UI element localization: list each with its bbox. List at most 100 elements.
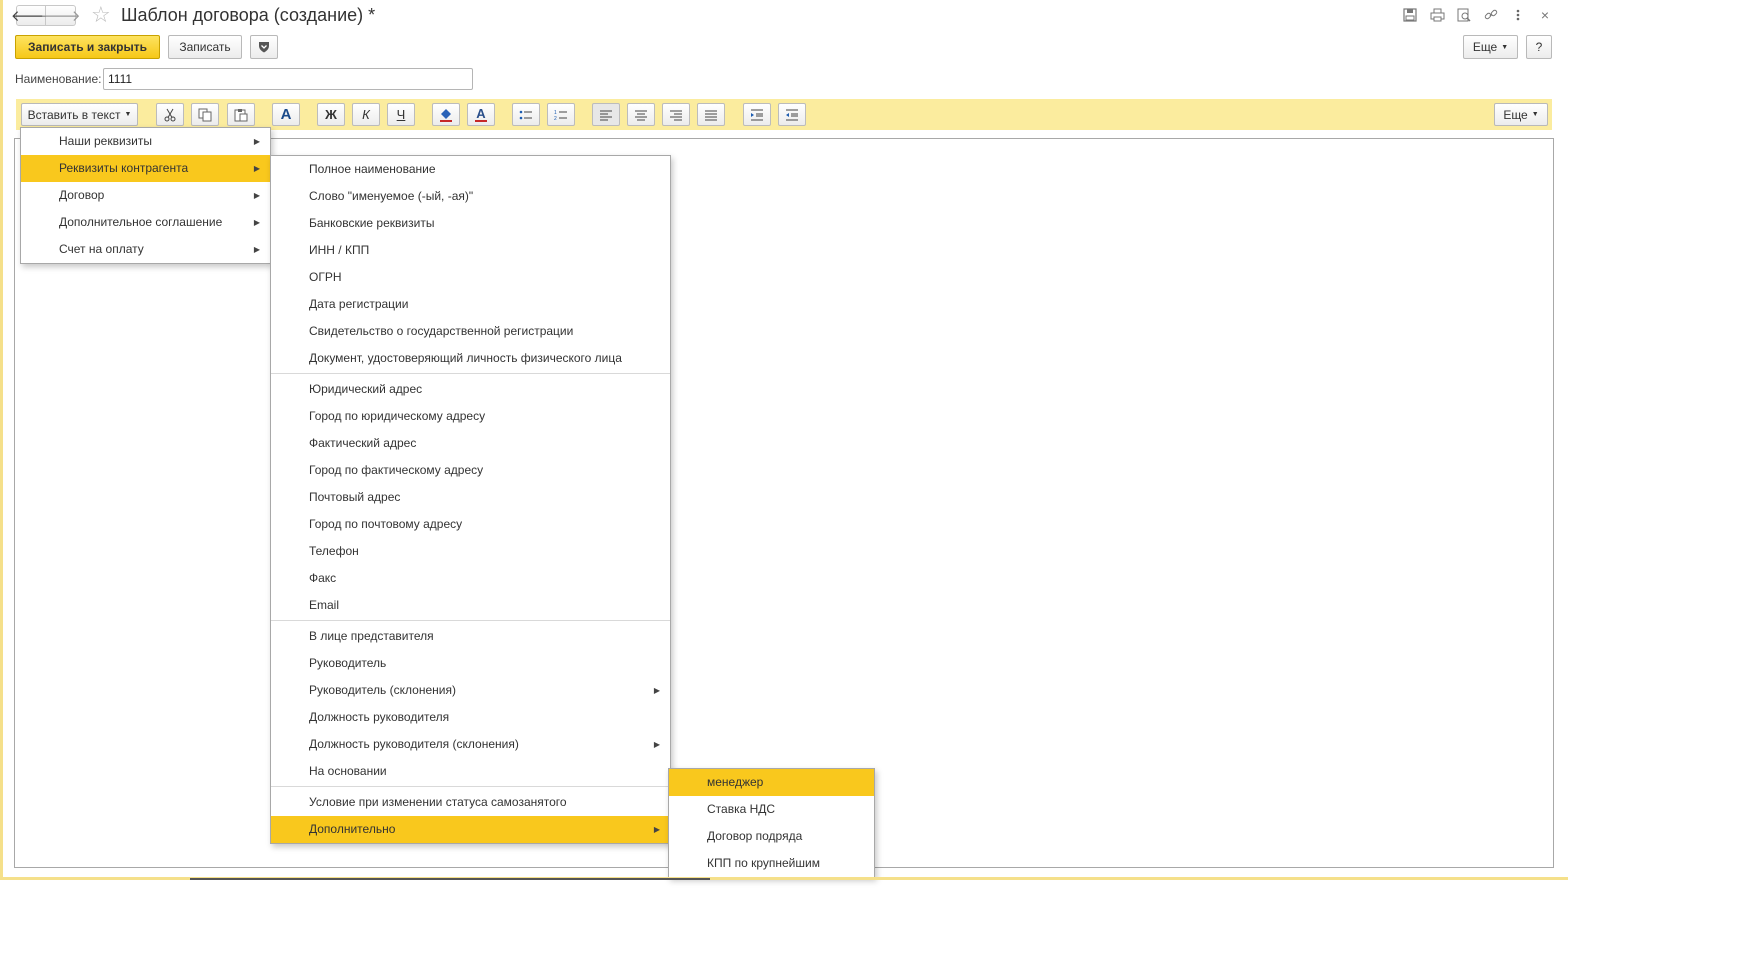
counterparty-menu-item[interactable]: Факс [271, 565, 670, 592]
insert-menu-item[interactable]: Реквизиты контрагента ▶ [21, 155, 270, 182]
counterparty-menu-item[interactable]: В лице представителя [271, 623, 670, 650]
counterparty-menu-item[interactable]: Город по фактическому адресу [271, 457, 670, 484]
counterparty-menu-item[interactable]: Условие при изменении статуса самозанято… [271, 789, 670, 816]
italic-button[interactable]: К [352, 103, 380, 126]
additional-menu-item[interactable]: менеджер [669, 769, 874, 796]
align-left-button[interactable] [592, 103, 620, 126]
decrease-indent-button[interactable] [778, 103, 806, 126]
counterparty-menu-item[interactable]: Юридический адрес [271, 376, 670, 403]
help-button[interactable]: ? [1526, 35, 1552, 59]
svg-text:2: 2 [554, 116, 557, 121]
counterparty-menu-item-label: Фактический адрес [309, 436, 417, 450]
shield-button[interactable] [250, 35, 278, 59]
format-more-label: Еще [1503, 107, 1528, 122]
insert-menu-item-label: Наши реквизиты [59, 134, 153, 148]
counterparty-menu-item[interactable]: ОГРН [271, 264, 670, 291]
align-left-icon [600, 110, 612, 120]
counterparty-menu-item[interactable]: Email [271, 592, 670, 619]
close-icon[interactable]: × [1537, 7, 1553, 23]
window-edge-accent [0, 0, 3, 880]
align-justify-button[interactable] [697, 103, 725, 126]
forward-button[interactable]: 🡒 [40, 5, 81, 26]
link-icon[interactable] [1483, 7, 1499, 23]
window-bottom-line [190, 878, 710, 880]
submenu-arrow-icon: ▶ [253, 191, 260, 200]
counterparty-menu-item[interactable]: Должность руководителя [271, 704, 670, 731]
text-color-button[interactable]: A [467, 103, 495, 126]
menu-separator [271, 373, 670, 374]
counterparty-menu-item-label: Дополнительно [309, 822, 396, 836]
name-input[interactable] [103, 68, 473, 90]
insert-menu-item[interactable]: Наши реквизиты ▶ [21, 128, 270, 155]
insert-menu-item[interactable]: Договор ▶ [21, 182, 270, 209]
chevron-down-icon: ▼ [124, 111, 132, 118]
insert-into-text-label: Вставить в текст [27, 107, 121, 122]
counterparty-menu-item[interactable]: Фактический адрес [271, 430, 670, 457]
counterparty-menu-item-label: Телефон [309, 544, 359, 558]
bullet-list-button[interactable] [512, 103, 540, 126]
align-center-button[interactable] [627, 103, 655, 126]
counterparty-menu-item[interactable]: Полное наименование [271, 156, 670, 183]
counterparty-menu-item[interactable]: Город по почтовому адресу [271, 511, 670, 538]
insert-menu: Наши реквизиты ▶ Реквизиты контрагента ▶ Дог… [20, 127, 271, 264]
counterparty-menu-item[interactable]: Телефон [271, 538, 670, 565]
more-button[interactable]: Еще ▼ [1463, 35, 1518, 59]
page-title: Шаблон договора (создание) * [121, 5, 376, 25]
kebab-icon[interactable] [1510, 7, 1526, 23]
counterparty-menu-item[interactable]: На основании [271, 758, 670, 785]
counterparty-menu-item[interactable]: Должность руководителя (склонения) ▶ [271, 731, 670, 758]
font-button[interactable]: A [272, 103, 300, 126]
copy-button[interactable] [191, 103, 219, 126]
counterparty-menu-item[interactable]: Почтовый адрес [271, 484, 670, 511]
additional-menu-item-label: Ставка НДС [707, 802, 776, 816]
bold-button[interactable]: Ж [317, 103, 345, 126]
additional-menu-item[interactable]: КПП по крупнейшим [669, 850, 874, 877]
additional-menu-item[interactable]: Договор подряда [669, 823, 874, 850]
counterparty-menu-item-label: Почтовый адрес [309, 490, 401, 504]
counterparty-menu-item[interactable]: Руководитель [271, 650, 670, 677]
counterparty-menu-item-label: В лице представителя [309, 629, 434, 643]
counterparty-menu-item-label: Город по почтовому адресу [309, 517, 463, 531]
counterparty-menu-item[interactable]: Свидетельство о государственной регистра… [271, 318, 670, 345]
insert-menu-item[interactable]: Счет на оплату ▶ [21, 236, 270, 263]
insert-menu-item[interactable]: Дополнительное соглашение ▶ [21, 209, 270, 236]
align-right-button[interactable] [662, 103, 690, 126]
submenu-arrow-icon: ▶ [653, 740, 660, 749]
favorite-star-icon[interactable]: ☆ [91, 3, 111, 27]
format-more-button[interactable]: Еще ▼ [1494, 103, 1548, 126]
highlight-color-button[interactable] [432, 103, 460, 126]
underline-button[interactable]: Ч [387, 103, 415, 126]
save-button[interactable]: Записать [168, 35, 242, 59]
numbered-list-button[interactable]: 12 [547, 103, 575, 126]
counterparty-details-submenu: Полное наименование Слово "именуемое (-ый… [270, 155, 671, 844]
counterparty-menu-item-label: Свидетельство о государственной регистра… [309, 324, 574, 338]
cut-button[interactable] [156, 103, 184, 126]
counterparty-menu-item-label: Руководитель [309, 656, 387, 670]
preview-icon[interactable] [1456, 7, 1472, 23]
additional-menu-item-label: менеджер [707, 775, 764, 789]
save-and-close-button[interactable]: Записать и закрыть [15, 35, 160, 59]
text-color-icon: A [475, 107, 487, 122]
insert-menu-item-label: Счет на оплату [59, 242, 144, 256]
counterparty-menu-item[interactable]: Банковские реквизиты [271, 210, 670, 237]
counterparty-menu-item[interactable]: Дополнительно ▶ [271, 816, 670, 843]
menu-separator [271, 786, 670, 787]
additional-menu-item[interactable]: Ставка НДС [669, 796, 874, 823]
counterparty-menu-item[interactable]: Документ, удостоверяющий личность физиче… [271, 345, 670, 372]
counterparty-menu-item[interactable]: Дата регистрации [271, 291, 670, 318]
counterparty-menu-item[interactable]: Слово "именуемое (-ый, -ая)" [271, 183, 670, 210]
color-swatch [475, 119, 487, 122]
save-icon[interactable] [1402, 7, 1418, 23]
align-right-icon [670, 110, 682, 120]
menu-separator [271, 620, 670, 621]
shield-icon [259, 42, 269, 53]
counterparty-menu-item[interactable]: ИНН / КПП [271, 237, 670, 264]
print-icon[interactable] [1429, 7, 1445, 23]
counterparty-menu-item[interactable]: Город по юридическому адресу [271, 403, 670, 430]
insert-into-text-button[interactable]: Вставить в текст ▼ [21, 103, 138, 126]
submenu-arrow-icon: ▶ [653, 686, 660, 695]
paste-button[interactable] [227, 103, 255, 126]
counterparty-menu-item-label: Город по юридическому адресу [309, 409, 486, 423]
increase-indent-button[interactable] [743, 103, 771, 126]
counterparty-menu-item[interactable]: Руководитель (склонения) ▶ [271, 677, 670, 704]
